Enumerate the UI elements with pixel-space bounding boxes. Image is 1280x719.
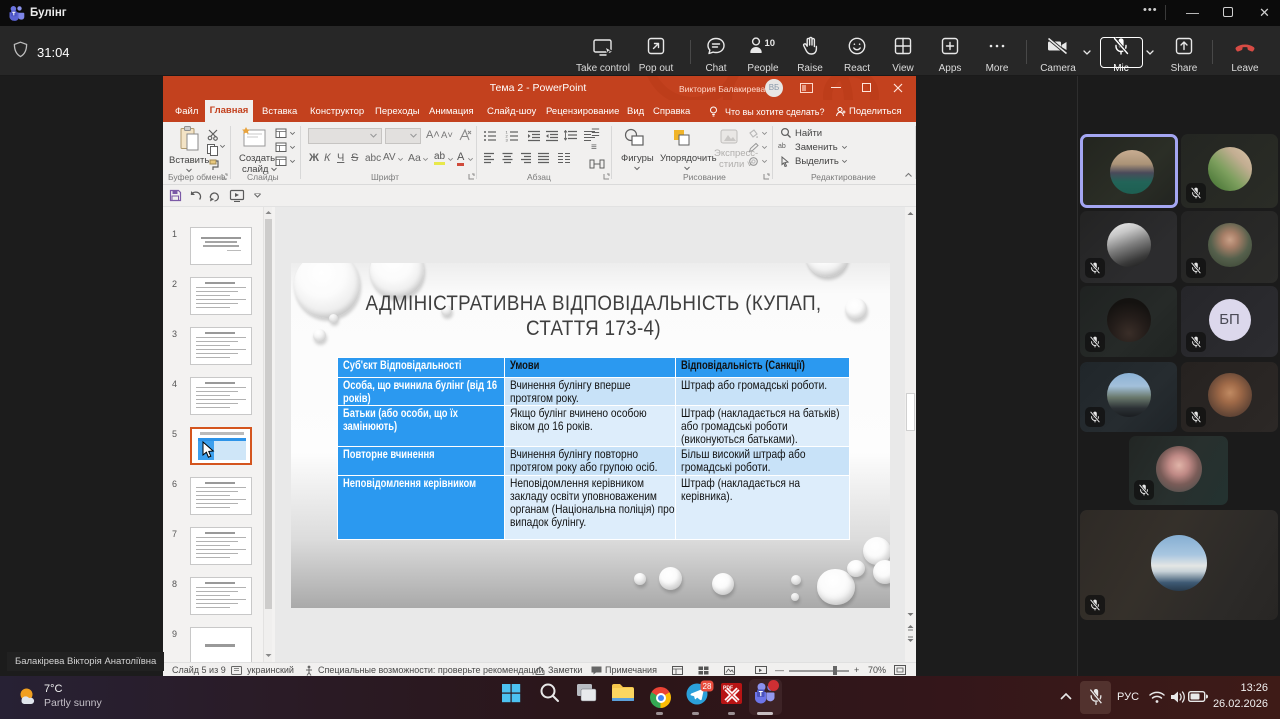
svg-text:28: 28: [703, 682, 712, 691]
svg-text:3: 3: [506, 138, 509, 143]
svg-text:10: 10: [765, 38, 776, 49]
svg-text:PDF: PDF: [723, 686, 733, 692]
